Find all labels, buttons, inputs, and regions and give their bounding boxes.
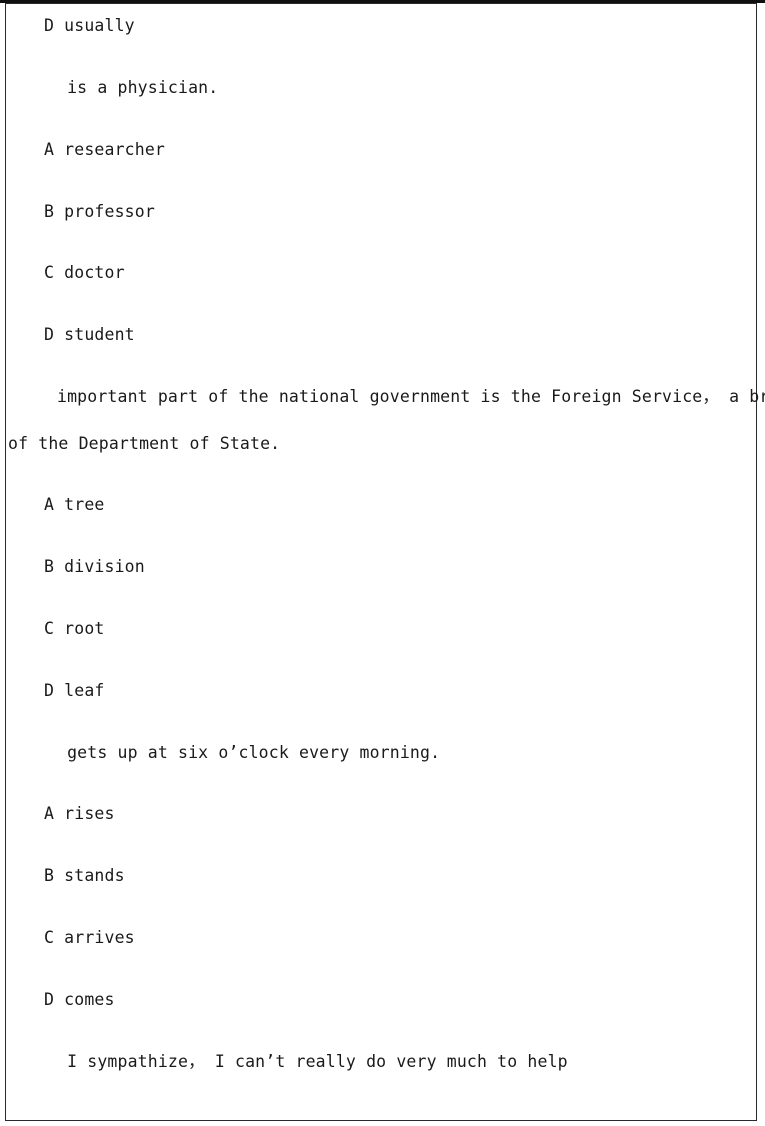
text-line: D usually bbox=[44, 16, 135, 35]
text-line: of the Department of State. bbox=[8, 434, 281, 453]
scanned-page: D usually is a physician. A researcher B… bbox=[0, 0, 765, 1126]
text-line: C arrives bbox=[44, 928, 135, 947]
text-line: C root bbox=[44, 619, 105, 638]
text-line: D leaf bbox=[44, 681, 105, 700]
text-line: I sympathize， I can’t really do very muc… bbox=[57, 1052, 568, 1071]
text-line: D student bbox=[44, 325, 135, 344]
text-line: A tree bbox=[44, 495, 105, 514]
text-line: A researcher bbox=[44, 140, 166, 159]
text-line: gets up at six o’clock every morning. bbox=[57, 743, 441, 762]
text-line: is a physician. bbox=[57, 78, 219, 97]
text-line: B professor bbox=[44, 202, 155, 221]
text-line: C doctor bbox=[44, 263, 125, 282]
document-text-body: D usually is a physician. A researcher B… bbox=[0, 0, 765, 1126]
text-line: A rises bbox=[44, 804, 115, 823]
text-line: B division bbox=[44, 557, 145, 576]
text-line: important part of the national governmen… bbox=[57, 387, 765, 406]
text-line: B stands bbox=[44, 866, 125, 885]
text-line: D comes bbox=[44, 990, 115, 1009]
